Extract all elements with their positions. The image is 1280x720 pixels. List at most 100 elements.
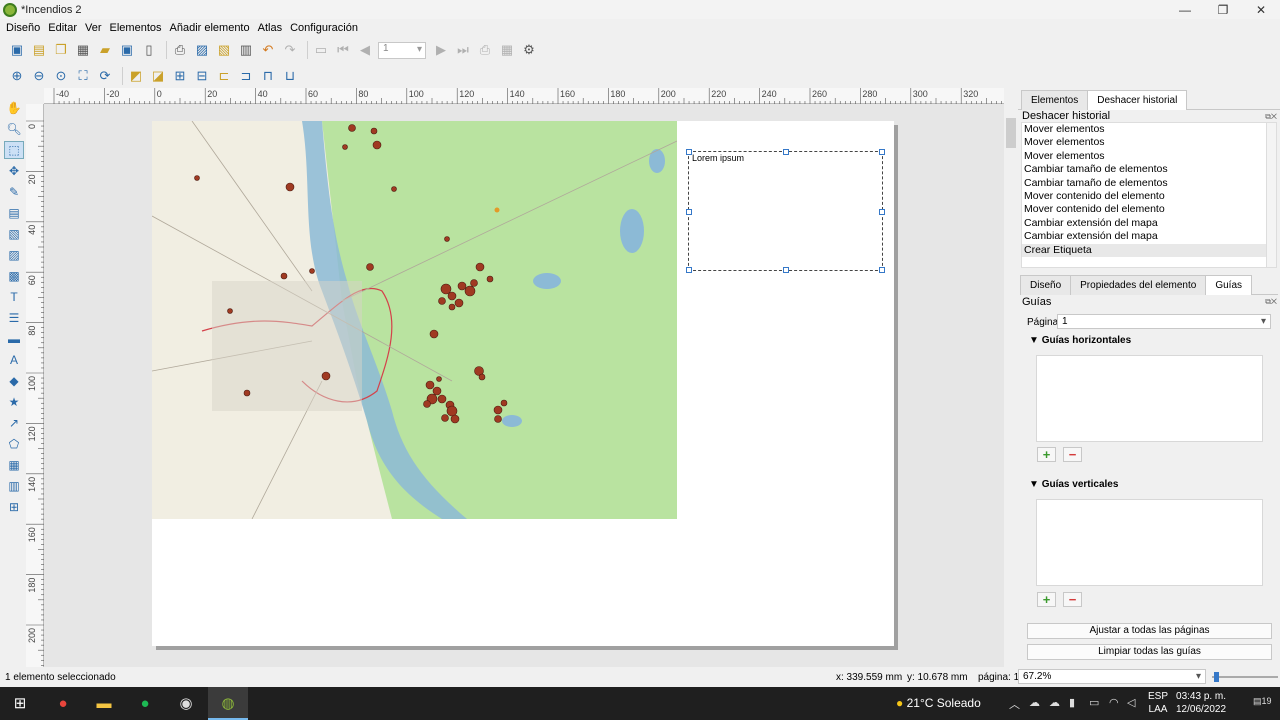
minimize-button[interactable]: — (1166, 3, 1204, 17)
tab-elementos[interactable]: Elementos (1021, 90, 1089, 110)
wifi-icon[interactable]: ◠ (1109, 696, 1119, 709)
print-icon[interactable]: ⎙ (171, 41, 189, 59)
undo-list[interactable]: Mover elementos Mover elementos Mover el… (1021, 122, 1277, 268)
map-item[interactable] (152, 121, 677, 519)
clear-all-guides-button[interactable]: Limpiar todas las guías (1027, 644, 1272, 660)
tray-chevron-icon[interactable]: ︿ (1009, 696, 1020, 712)
menu-configuracion[interactable]: Configuración (290, 22, 358, 34)
maximize-button[interactable]: ❐ (1204, 3, 1242, 17)
canvas-vertical-scrollbar[interactable] (1004, 104, 1018, 667)
apply-all-pages-button[interactable]: Ajustar a todas las páginas (1027, 623, 1272, 639)
weather-widget[interactable]: ● 21°C Soleado (896, 696, 981, 710)
tab-deshacer-historial[interactable]: Deshacer historial (1087, 90, 1188, 110)
add-fixed-table-icon[interactable]: ⊞ (4, 498, 24, 516)
list-item[interactable]: Mover elementos (1022, 150, 1276, 163)
vertical-guides-section[interactable]: ▼ Guías verticales (1029, 479, 1118, 490)
select-move-icon[interactable]: ⬚ (4, 141, 24, 159)
undo-list-scrollbar[interactable] (1266, 123, 1276, 267)
list-item[interactable]: Cambiar extensión del mapa (1022, 230, 1276, 243)
language-indicator[interactable]: ESP LAA (1148, 690, 1168, 716)
save-template-icon[interactable]: ▣ (118, 41, 136, 59)
save-icon[interactable]: ▣ (8, 41, 26, 59)
menu-anadir-elemento[interactable]: Añadir elemento (170, 22, 250, 34)
export-pdf-icon[interactable]: ▥ (237, 41, 255, 59)
add-north-arrow-icon[interactable]: A (4, 351, 24, 369)
volume-icon[interactable]: ◁ (1127, 696, 1135, 709)
battery-icon[interactable]: ▭ (1089, 696, 1099, 709)
add-picture-icon[interactable]: ▩ (4, 267, 24, 285)
zoom-full-icon[interactable]: ⛶ (74, 67, 92, 85)
zoom-in-icon[interactable]: ⊕ (8, 67, 26, 85)
new-layout-icon[interactable]: ▤ (30, 41, 48, 59)
atlas-prev-icon[interactable]: ◀ (356, 41, 374, 59)
layout-manager-icon[interactable]: ▦ (74, 41, 92, 59)
menu-elementos[interactable]: Elementos (110, 22, 162, 34)
spotify-icon[interactable]: ● (133, 693, 157, 715)
zoom-actual-icon[interactable]: ⊙ (52, 67, 70, 85)
resize-handle[interactable] (686, 149, 692, 155)
add-label-icon[interactable]: T (4, 288, 24, 306)
add-map-icon[interactable]: ▧ (4, 225, 24, 243)
lower-item-icon[interactable]: ◪ (149, 67, 167, 85)
distribute-icon[interactable]: ⊐ (237, 67, 255, 85)
file-explorer-icon[interactable]: ▬ (92, 693, 116, 715)
list-item[interactable]: Mover elementos (1022, 123, 1276, 136)
tab-diseno[interactable]: Diseño (1020, 275, 1072, 295)
list-item[interactable]: Mover contenido del elemento (1022, 190, 1276, 203)
vertical-guides-list[interactable] (1036, 499, 1263, 586)
cloud-icon[interactable]: ☁ (1049, 696, 1060, 709)
layout-canvas[interactable]: Lorem ipsum (44, 104, 1004, 667)
add-legend-icon[interactable]: ☰ (4, 309, 24, 327)
atlas-page-combo[interactable]: 1 (378, 41, 426, 59)
tab-guias[interactable]: Guías (1205, 275, 1253, 295)
group-icon[interactable]: ⊞ (171, 67, 189, 85)
obs-icon[interactable]: ◉ (174, 693, 198, 715)
list-item[interactable]: Mover elementos (1022, 136, 1276, 149)
add-table-icon[interactable]: ▥ (4, 477, 24, 495)
page-select[interactable]: 1 (1057, 314, 1271, 329)
resize-handle[interactable] (783, 149, 789, 155)
atlas-last-icon[interactable]: ⏭ (454, 41, 472, 59)
horizontal-guides-section[interactable]: ▼ Guías horizontales (1029, 335, 1131, 346)
raise-item-icon[interactable]: ◩ (127, 67, 145, 85)
undo-icon[interactable]: ↶ (259, 41, 277, 59)
zoom-slider[interactable] (1212, 672, 1278, 682)
refresh-icon[interactable]: ⟳ (96, 67, 114, 85)
export-image-icon[interactable]: ▨ (193, 41, 211, 59)
add-horizontal-guide-button[interactable]: + (1037, 447, 1056, 462)
close-button[interactable]: ✕ (1242, 3, 1280, 17)
add-polyline-icon[interactable]: ↗ (4, 414, 24, 432)
add-marker-icon[interactable]: ★ (4, 393, 24, 411)
atlas-settings-icon[interactable]: ▭ (312, 41, 330, 59)
add-shape-icon[interactable]: ◆ (4, 372, 24, 390)
notifications-icon[interactable]: ▤19 (1253, 696, 1272, 707)
windows-start-icon[interactable]: ⊞ (8, 693, 32, 715)
add-page-tool-icon[interactable]: ▤ (4, 204, 24, 222)
label-item[interactable]: Lorem ipsum (686, 149, 885, 273)
clock[interactable]: 03:43 p. m. 12/06/2022 (1176, 690, 1226, 716)
atlas-print-icon[interactable]: ⎙ (476, 41, 494, 59)
resize-items-icon[interactable]: ⊓ (259, 67, 277, 85)
add-html-icon[interactable]: ▦ (4, 456, 24, 474)
scrollbar-thumb[interactable] (1006, 118, 1016, 148)
list-item[interactable]: Cambiar extensión del mapa (1022, 217, 1276, 230)
add-page-icon[interactable]: ▯ (140, 41, 158, 59)
atlas-first-icon[interactable]: ⏮ (334, 41, 352, 59)
tab-propiedades-elemento[interactable]: Propiedades del elemento (1070, 275, 1207, 295)
add-scalebar-icon[interactable]: ▬ (4, 330, 24, 348)
add-3d-map-icon[interactable]: ▨ (4, 246, 24, 264)
qgis-icon[interactable]: ◍ (216, 693, 240, 715)
panel-close-icon[interactable]: ⧉✕ (1265, 297, 1277, 307)
menu-ver[interactable]: Ver (85, 22, 102, 34)
chrome-icon[interactable]: ● (51, 693, 75, 715)
panel-close-icon[interactable]: ⧉✕ (1265, 112, 1277, 122)
lock-items-icon[interactable]: ⊔ (281, 67, 299, 85)
microphone-icon[interactable]: ▮ (1069, 696, 1075, 709)
list-item[interactable]: Crear Etiqueta (1022, 243, 1276, 257)
composer-settings-icon[interactable]: ⚙ (520, 41, 538, 59)
pan-icon[interactable]: ✋ (4, 99, 24, 117)
resize-handle[interactable] (879, 149, 885, 155)
redo-icon[interactable]: ↷ (281, 41, 299, 59)
ungroup-icon[interactable]: ⊟ (193, 67, 211, 85)
atlas-export-icon[interactable]: ▦ (498, 41, 516, 59)
